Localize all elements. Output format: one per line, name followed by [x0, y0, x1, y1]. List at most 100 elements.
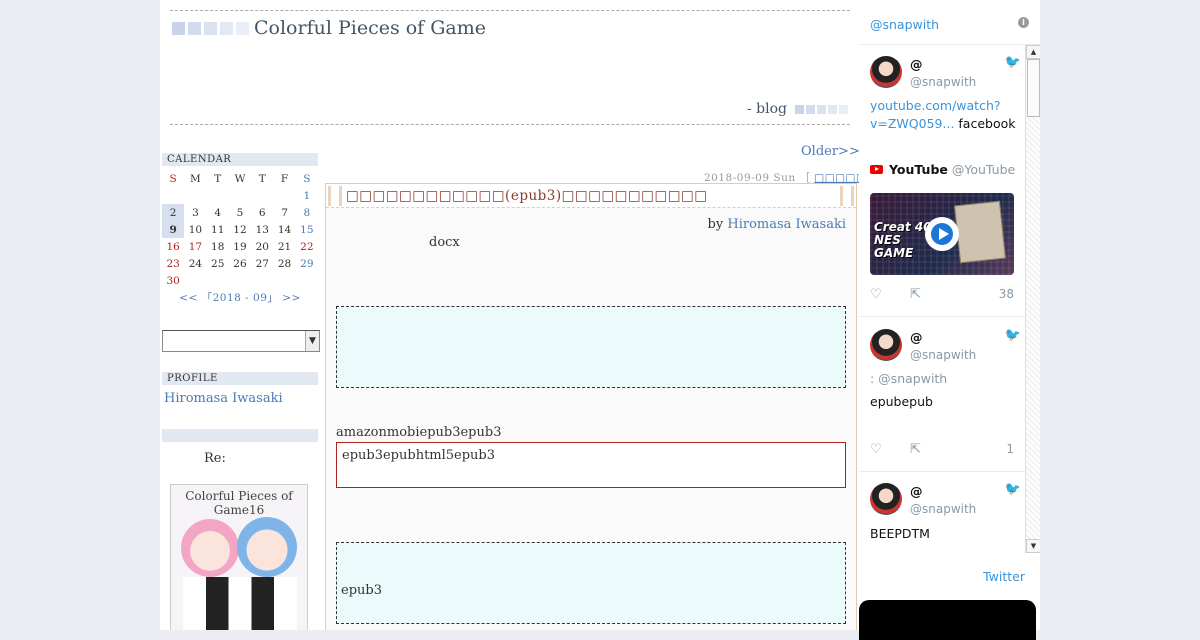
cartridge-image: [954, 200, 1006, 264]
calendar-day: 11: [211, 223, 225, 236]
twitter-widget: @snapwith i @ @snapwith 🐦 youtube.com/wa…: [859, 0, 1040, 640]
subtitle-square-icon: [795, 104, 804, 114]
author-link[interactable]: Hiromasa Iwasaki: [727, 217, 846, 232]
character-dress: [183, 577, 297, 630]
tweet-text: youtube.com/watch?v=ZWQ059... facebook: [870, 97, 1020, 133]
tweet[interactable]: @ @snapwith 🐦 BEEPDTM: [859, 472, 1025, 553]
calendar-day: [207, 272, 229, 289]
calendar-day: 26: [233, 257, 247, 270]
article-paragraph: amazonmobiepub3epub3: [336, 425, 502, 440]
info-icon[interactable]: i: [1018, 17, 1029, 28]
twitter-bird-icon[interactable]: 🐦: [1005, 328, 1021, 343]
calendar-day: 14: [277, 223, 292, 236]
subtitle-square-icon: [817, 104, 826, 114]
calendar-day: 6: [258, 206, 266, 219]
calendar-day: 10: [188, 223, 203, 236]
calendar-day: 29: [300, 257, 314, 270]
site-title[interactable]: Colorful Pieces of Game: [254, 17, 486, 39]
twitter-bird-icon[interactable]: 🐦: [1005, 482, 1021, 497]
scroll-down-icon[interactable]: ▼: [1026, 539, 1040, 553]
tweet-text: epubepub: [870, 394, 933, 409]
title-square-icon: [204, 21, 217, 35]
card-channel-name: YouTube: [889, 162, 948, 177]
subtitle-text: - blog: [746, 101, 787, 117]
article: □□□□□□□□□□□□(epub3)□□□□□□□□□□□ by Hiroma…: [325, 183, 857, 630]
tweet-author-handle[interactable]: @snapwith: [910, 502, 976, 516]
calendar-day: [251, 187, 273, 204]
calendar-week: 23 24 25 26 27 28 29: [162, 255, 318, 272]
book-cover-image[interactable]: Colorful Pieces of Game16: [170, 484, 308, 630]
tweet-reply-to[interactable]: : @snapwith: [870, 371, 947, 386]
calendar-week: 16 17 18 19 20 21 22: [162, 238, 318, 255]
video-title-text: Creat 40 NES GAME: [874, 220, 932, 260]
card-channel-handle: @YouTube: [951, 162, 1016, 177]
tweet-author-name[interactable]: @: [910, 57, 923, 72]
sidebar-re-text: Re:: [204, 451, 226, 466]
avatar[interactable]: [870, 329, 902, 361]
calendar-day-header: T: [214, 172, 222, 185]
twitter-header: @snapwith i: [859, 0, 1040, 45]
calendar-day-link[interactable]: 2: [162, 204, 185, 221]
tweet-text: BEEPDTM: [870, 526, 930, 541]
avatar[interactable]: [870, 483, 902, 515]
character-pink-hair: [181, 519, 239, 577]
calendar-day: [229, 187, 251, 204]
note-box: [336, 306, 846, 388]
calendar-day: 17: [188, 240, 203, 253]
calendar-day: 27: [255, 257, 269, 270]
calendar-day: [162, 187, 184, 204]
calendar-day: [251, 272, 273, 289]
avatar[interactable]: [870, 56, 902, 88]
profile-name-link[interactable]: Hiromasa Iwasaki: [162, 385, 318, 412]
tweet[interactable]: @ @snapwith 🐦 youtube.com/watch?v=ZWQ059…: [859, 45, 1025, 317]
calendar-day: 1: [303, 189, 311, 202]
tweet[interactable]: @ @snapwith 🐦 : @snapwith epubepub ♡ ⇱ 1: [859, 318, 1025, 472]
older-posts-link[interactable]: Older>>: [801, 144, 860, 159]
calendar-nav[interactable]: << 「2018 - 09」 >>: [162, 290, 318, 305]
calendar-day-today[interactable]: 9: [162, 221, 185, 238]
twitter-timeline[interactable]: @ @snapwith 🐦 youtube.com/watch?v=ZWQ059…: [859, 45, 1040, 553]
sidebar-section-title: [162, 429, 318, 442]
calendar-day: 8: [303, 206, 311, 219]
title-square-icon: [188, 21, 201, 35]
tweet-author-handle[interactable]: @snapwith: [910, 75, 976, 89]
calendar-day: 20: [255, 240, 269, 253]
heart-icon[interactable]: ♡: [870, 287, 882, 302]
embedded-dark-widget[interactable]: [859, 600, 1036, 640]
tweet-text-after: facebook: [954, 116, 1016, 131]
twitter-footer-link[interactable]: Twitter: [983, 569, 1025, 584]
heart-icon[interactable]: ♡: [870, 442, 882, 457]
video-thumbnail[interactable]: Creat 40 NES GAME: [870, 193, 1014, 275]
calendar-day: 25: [211, 257, 225, 270]
note-box: epub3: [336, 542, 846, 624]
twitter-bird-icon[interactable]: 🐦: [1005, 55, 1021, 70]
calendar-day: [184, 272, 206, 289]
twitter-header-handle[interactable]: @snapwith: [870, 17, 939, 32]
youtube-logo-icon: [870, 165, 883, 174]
calendar-title: CALENDAR: [162, 153, 318, 166]
calendar-day: [273, 187, 295, 204]
archive-select[interactable]: ▼: [162, 330, 320, 352]
calendar-day: [229, 272, 251, 289]
calendar-day-header: M: [190, 172, 201, 185]
byline-by: by: [707, 217, 728, 232]
tweet-author-handle[interactable]: @snapwith: [910, 348, 976, 362]
share-icon[interactable]: ⇱: [910, 442, 921, 457]
scrollbar-thumb[interactable]: [1027, 59, 1040, 117]
chevron-down-icon[interactable]: ▼: [305, 331, 319, 351]
article-text-docx: docx: [429, 235, 460, 250]
calendar-day: [273, 272, 295, 289]
article-title[interactable]: □□□□□□□□□□□□(epub3)□□□□□□□□□□□: [346, 188, 707, 204]
tweet-author-name[interactable]: @: [910, 330, 923, 345]
timeline-scrollbar[interactable]: ▲ ▼: [1025, 45, 1040, 553]
calendar: S M T W T F S 1 2 3 4 5 6 7 8 9 10 11 12…: [162, 170, 318, 289]
card-source[interactable]: YouTube @YouTube: [870, 162, 1015, 177]
tweet-author-name[interactable]: @: [910, 484, 923, 499]
share-icon[interactable]: ⇱: [910, 287, 921, 302]
scroll-up-icon[interactable]: ▲: [1026, 45, 1040, 59]
play-icon[interactable]: [925, 217, 959, 251]
calendar-day: 16: [166, 240, 180, 253]
calendar-week: 1: [162, 187, 318, 204]
calendar-day: 21: [277, 240, 292, 253]
calendar-day: 18: [211, 240, 225, 253]
